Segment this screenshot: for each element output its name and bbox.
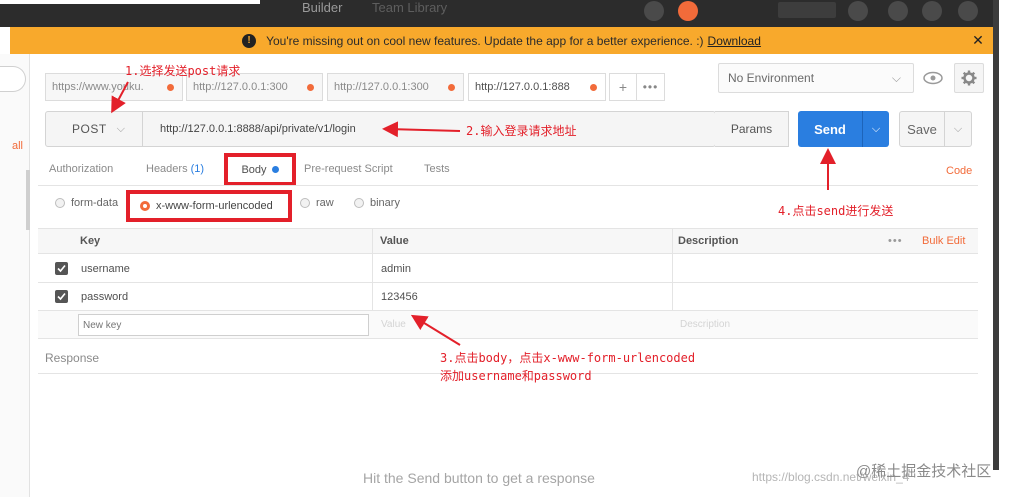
arrow-step3 xyxy=(410,314,461,346)
annotation-arrows xyxy=(111,81,836,346)
arrow-step2 xyxy=(382,121,461,138)
arrow-step1 xyxy=(111,81,129,114)
